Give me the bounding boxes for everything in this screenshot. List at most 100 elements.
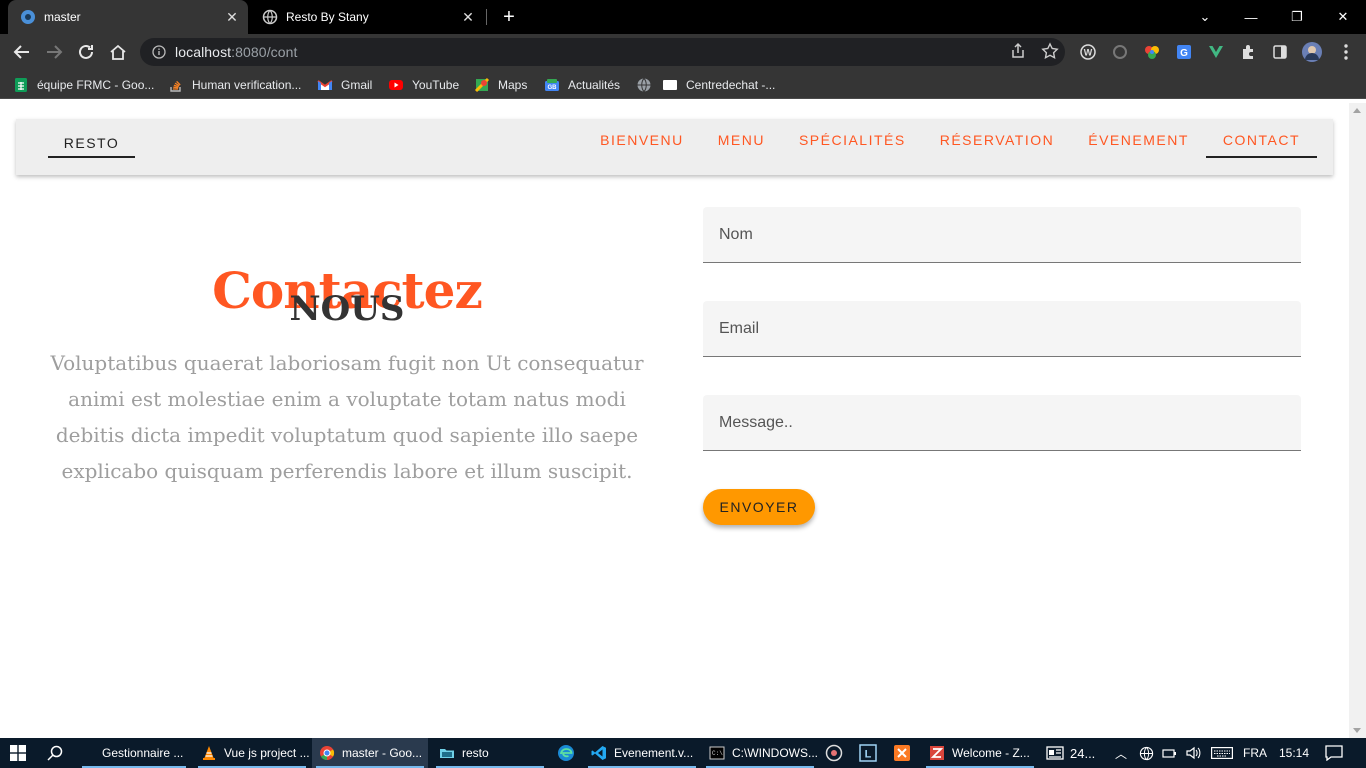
nav-link-reservation[interactable]: RÉSERVATION (923, 119, 1072, 158)
vue-devtools-icon[interactable] (1206, 42, 1226, 62)
nav-link-menu[interactable]: MENU (701, 119, 782, 158)
bookmark-item[interactable]: Centredechat -... (662, 75, 775, 95)
youtube-icon (388, 77, 404, 93)
gmail-icon (317, 77, 333, 93)
power-plug-icon[interactable] (1160, 738, 1180, 768)
taskbar-item-zend[interactable]: Welcome - Z... (922, 738, 1038, 768)
forward-icon[interactable] (42, 40, 66, 64)
app-favicon-icon (20, 9, 36, 25)
taskbar-label: C:\WINDOWS... (732, 746, 818, 760)
taskbar-item-task-manager[interactable]: Gestionnaire ... (78, 738, 190, 768)
home-icon[interactable] (106, 40, 130, 64)
contact-form: Nom Email Message.. ENVOYER (703, 207, 1301, 525)
nav-link-bienvenu[interactable]: BIENVENU (583, 119, 701, 158)
taskbar-item-explorer[interactable]: resto (432, 738, 548, 768)
bookmark-label: Human verification... (192, 78, 302, 92)
vscode-icon (590, 744, 608, 762)
bookmark-item[interactable]: GB Actualités (544, 75, 620, 95)
chrome-icon (318, 744, 336, 762)
taskbar-item-chrome[interactable]: master - Goo... (312, 738, 428, 768)
bookmark-item[interactable] (636, 75, 660, 95)
browser-toolbar: localhost:8080/cont W G (0, 34, 1366, 70)
bookmark-item[interactable]: YouTube (388, 75, 459, 95)
taskbar-item-cmd[interactable]: C:\ C:\WINDOWS... (702, 738, 818, 768)
minimize-icon[interactable]: — (1228, 0, 1274, 34)
reload-icon[interactable] (74, 40, 98, 64)
bookmark-label: Centredechat -... (686, 78, 776, 92)
svg-text:GB: GB (548, 85, 558, 91)
email-field[interactable]: Email (703, 301, 1301, 357)
volume-icon[interactable] (1184, 738, 1204, 768)
omnibox-actions (1009, 42, 1059, 65)
tab-search-icon[interactable]: ⌄ (1182, 0, 1228, 34)
site-info-icon[interactable] (151, 44, 167, 60)
search-icon[interactable] (36, 738, 74, 768)
stackoverflow-icon (168, 77, 184, 93)
tab-close-icon[interactable]: ✕ (458, 7, 478, 27)
language-indicator[interactable]: FRA (1240, 738, 1270, 768)
xampp-icon (894, 745, 910, 761)
start-button[interactable] (0, 738, 36, 768)
menu-kebab-icon[interactable] (1336, 42, 1356, 62)
nav-link-contact[interactable]: CONTACT (1205, 119, 1317, 158)
extension-w-icon[interactable]: W (1078, 42, 1098, 62)
clock[interactable]: 15:14 (1272, 738, 1316, 768)
new-tab-icon[interactable]: + (498, 6, 520, 28)
extensions-puzzle-icon[interactable] (1238, 42, 1258, 62)
browser-tab-bar: master ✕ Resto By Stany ✕ + ⌄ — ❐ ✕ (0, 0, 1366, 34)
scroll-down-icon[interactable] (1353, 728, 1361, 733)
taskbar-item-xampp[interactable] (888, 738, 916, 768)
bookmark-item[interactable]: Gmail (317, 75, 372, 95)
share-icon[interactable] (1009, 42, 1027, 65)
nav-link-specialites[interactable]: SPÉCIALITÉS (782, 119, 923, 158)
taskbar-label: resto (462, 746, 489, 760)
svg-text:C:\: C:\ (712, 750, 723, 757)
url-text: localhost:8080/cont (175, 44, 298, 60)
extension-colors-icon[interactable] (1142, 42, 1162, 62)
taskbar-label: Gestionnaire ... (102, 746, 184, 760)
google-sheets-icon (13, 77, 29, 93)
address-bar[interactable]: localhost:8080/cont (140, 38, 1065, 66)
tab-close-icon[interactable]: ✕ (222, 7, 242, 27)
name-field[interactable]: Nom (703, 207, 1301, 263)
tab-separator (486, 9, 487, 25)
tray-overflow-icon[interactable]: ︿ (1112, 738, 1130, 768)
extension-circle-icon[interactable] (1110, 42, 1130, 62)
bookmarks-bar: équipe FRMC - Goo... Human verification.… (0, 70, 1366, 99)
taskbar-label: Welcome - Z... (952, 746, 1030, 760)
close-window-icon[interactable]: ✕ (1320, 0, 1366, 34)
taskbar-item-media[interactable] (820, 738, 848, 768)
bookmark-item[interactable]: Human verification... (168, 75, 301, 95)
tab-title: Resto By Stany (286, 10, 369, 24)
message-field[interactable]: Message.. (703, 395, 1301, 451)
page-scrollbar[interactable] (1349, 103, 1366, 738)
bookmark-item[interactable]: Maps (474, 75, 527, 95)
scroll-up-icon[interactable] (1353, 108, 1361, 113)
weather-widget[interactable]: 24... (1046, 738, 1110, 768)
url-path: :8080/cont (231, 44, 298, 60)
tab-resto[interactable]: Resto By Stany ✕ (250, 0, 484, 34)
keyboard-icon[interactable] (1208, 738, 1236, 768)
restore-icon[interactable]: ❐ (1274, 0, 1320, 34)
media-player-icon (825, 744, 843, 762)
profile-avatar[interactable] (1302, 42, 1322, 62)
intro-paragraph: Voluptatibus quaerat laboriosam fugit no… (50, 351, 644, 483)
bookmark-star-icon[interactable] (1041, 42, 1059, 65)
send-button[interactable]: ENVOYER (703, 489, 815, 525)
back-icon[interactable] (10, 40, 34, 64)
taskbar-item-app-l[interactable]: L (854, 738, 882, 768)
network-globe-icon[interactable] (1136, 738, 1156, 768)
nav-link-evenement[interactable]: ÉVENEMENT (1071, 119, 1206, 158)
taskbar-item-vscode[interactable]: Evenement.v... (584, 738, 700, 768)
side-panel-icon[interactable] (1270, 42, 1290, 62)
site-brand[interactable]: RESTO (48, 119, 135, 158)
tab-master[interactable]: master ✕ (8, 0, 248, 34)
contact-intro: Contactez NOUS Voluptatibus quaerat labo… (16, 263, 678, 489)
taskbar-item-vlc[interactable]: Vue js project ... (194, 738, 310, 768)
bookmark-item[interactable]: équipe FRMC - Goo... (13, 75, 154, 95)
globe-icon (262, 9, 278, 25)
translate-icon[interactable]: G (1174, 42, 1194, 62)
taskbar-item-edge[interactable] (552, 738, 580, 768)
notifications-icon[interactable] (1322, 738, 1346, 768)
globe-icon (636, 77, 652, 93)
